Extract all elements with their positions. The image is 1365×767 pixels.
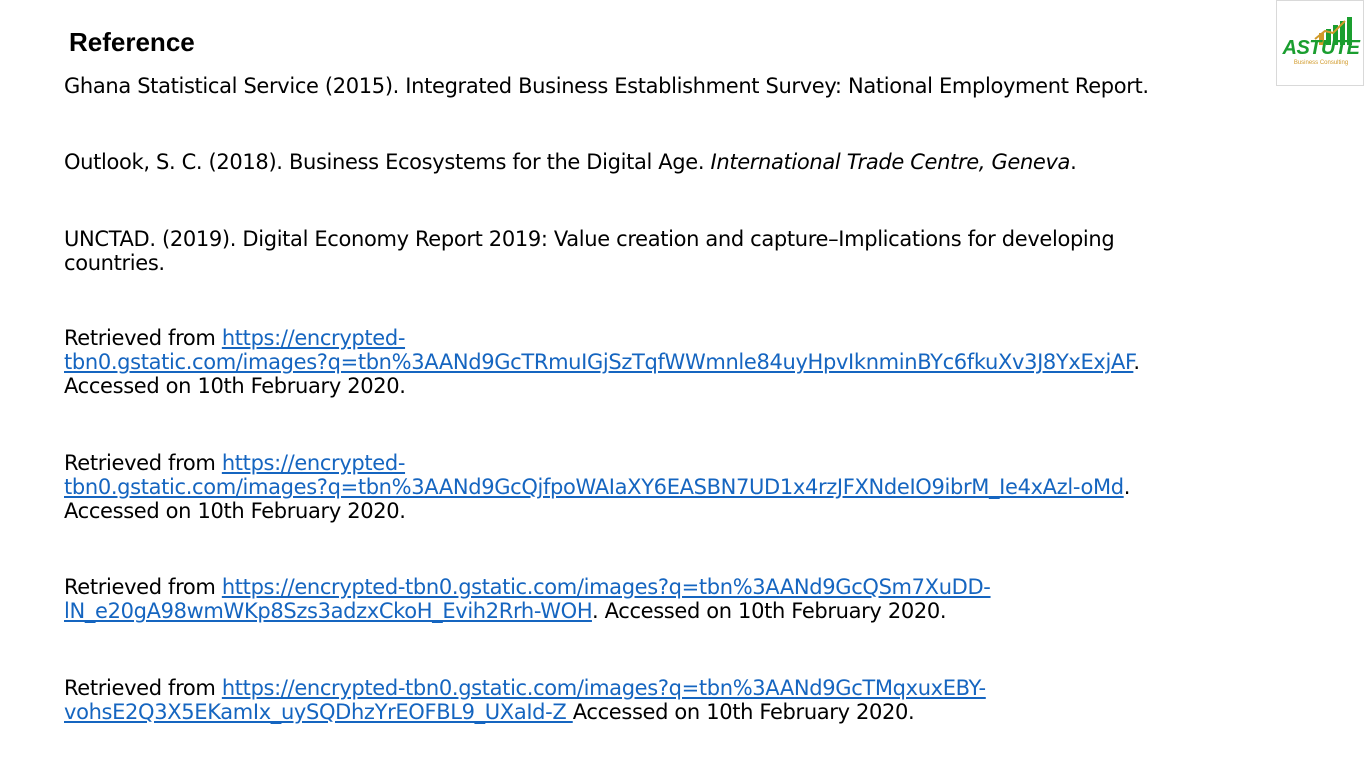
- link-period: .: [1123, 475, 1131, 499]
- reference-line: tbn0.gstatic.com/images?q=tbn%3AANd9GcTR…: [64, 350, 1334, 374]
- accessed-date: . Accessed on 10th February 2020.: [591, 599, 947, 623]
- page-title: Reference: [69, 27, 195, 57]
- reference-line: vohsE2Q3X5EKamIx_uySQDhzYrEOFBL9_UXaId-Z…: [64, 700, 1334, 724]
- reference-line: Retrieved from https://encrypted-: [64, 326, 1334, 350]
- reference-line: tbn0.gstatic.com/images?q=tbn%3AANd9GcQj…: [64, 475, 1334, 499]
- reference-text-line2: countries.: [64, 251, 165, 275]
- accessed-date: Accessed on 10th February 2020.: [64, 374, 406, 398]
- reference-link-part1[interactable]: https://encrypted-tbn0.gstatic.com/image…: [222, 676, 986, 700]
- reference-line: lN_e20gA98wmWKp8Szs3adzxCkoH_Evih2Rrh-WO…: [64, 599, 1334, 623]
- retrieved-prefix: Retrieved from: [64, 575, 222, 599]
- reference-line: Retrieved from https://encrypted-tbn0.gs…: [64, 575, 1334, 599]
- logo-name: ASTUTE: [1282, 37, 1361, 59]
- reference-unctad: UNCTAD. (2019). Digital Economy Report 2…: [64, 227, 1334, 275]
- reference-retrieved-3: Retrieved from https://encrypted-tbn0.gs…: [64, 575, 1334, 623]
- reference-outlook: Outlook, S. C. (2018). Business Ecosyste…: [64, 150, 1334, 174]
- reference-text: Outlook, S. C. (2018). Business Ecosyste…: [64, 150, 1334, 174]
- reference-lead: Outlook, S. C. (2018). Business Ecosyste…: [64, 150, 711, 174]
- reference-publisher: International Trade Centre, Geneva: [710, 150, 1071, 174]
- link-period: .: [1133, 350, 1140, 374]
- reference-link-part2[interactable]: tbn0.gstatic.com/images?q=tbn%3AANd9GcTR…: [64, 350, 1134, 374]
- reference-tail: .: [1070, 150, 1077, 174]
- reference-line: Retrieved from https://encrypted-: [64, 451, 1334, 475]
- reference-link-part1[interactable]: https://encrypted-: [222, 451, 406, 475]
- reference-link-part2[interactable]: lN_e20gA98wmWKp8Szs3adzxCkoH_Evih2Rrh-WO…: [64, 599, 592, 623]
- reference-link-part2[interactable]: vohsE2Q3X5EKamIx_uySQDhzYrEOFBL9_UXaId-Z: [64, 700, 573, 724]
- retrieved-prefix: Retrieved from: [64, 451, 222, 475]
- reference-link-part1[interactable]: https://encrypted-tbn0.gstatic.com/image…: [222, 575, 991, 599]
- reference-text-line1: UNCTAD. (2019). Digital Economy Report 2…: [64, 227, 1115, 251]
- reference-line: Retrieved from https://encrypted-tbn0.gs…: [64, 676, 1334, 700]
- accessed-date: Accessed on 10th February 2020.: [572, 700, 915, 724]
- reference-retrieved-1: Retrieved from https://encrypted- tbn0.g…: [64, 326, 1334, 398]
- reference-link-part1[interactable]: https://encrypted-: [222, 326, 406, 350]
- reference-text: Ghana Statistical Service (2015). Integr…: [64, 74, 1149, 98]
- reference-link-part2[interactable]: tbn0.gstatic.com/images?q=tbn%3AANd9GcQj…: [64, 475, 1124, 499]
- accessed-date: Accessed on 10th February 2020.: [64, 499, 406, 523]
- logo-tagline: Business Consulting: [1293, 60, 1349, 66]
- reference-ghana-statistical-service: Ghana Statistical Service (2015). Integr…: [64, 74, 1334, 98]
- retrieved-prefix: Retrieved from: [64, 676, 222, 700]
- reference-retrieved-2: Retrieved from https://encrypted- tbn0.g…: [64, 451, 1334, 523]
- reference-retrieved-4: Retrieved from https://encrypted-tbn0.gs…: [64, 676, 1334, 724]
- retrieved-prefix: Retrieved from: [64, 326, 222, 350]
